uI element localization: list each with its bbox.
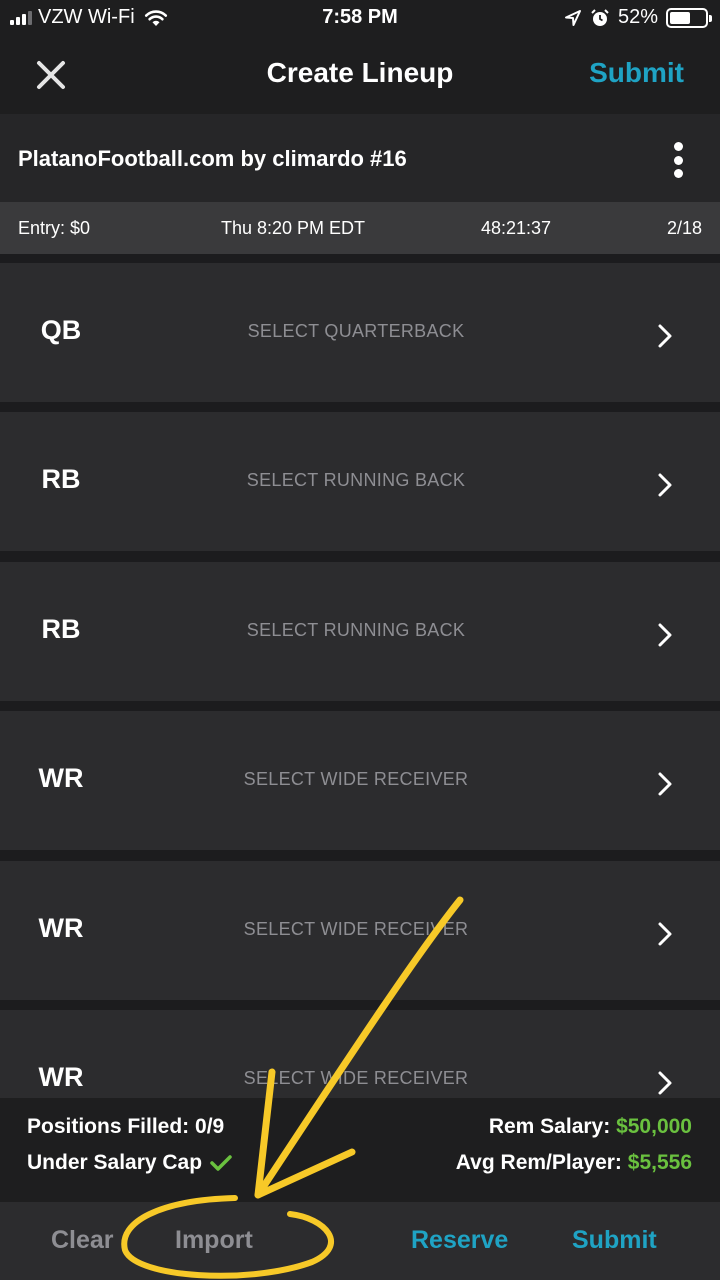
position-row-qb[interactable]: QB SELECT QUARTERBACK <box>0 263 720 402</box>
checkmark-icon <box>210 1155 232 1171</box>
contest-name: PlatanoFootball.com by climardo #16 <box>18 146 407 171</box>
avg-remaining-label: Avg Rem/Player: <box>455 1151 622 1174</box>
lineup-summary: Positions Filled: 0/9 Under Salary Cap R… <box>0 1098 720 1202</box>
remaining-salary-label: Rem Salary: <box>488 1115 611 1138</box>
more-options-icon[interactable] <box>670 142 686 178</box>
location-arrow-icon <box>564 9 581 26</box>
position-prompt: SELECT RUNNING BACK <box>246 470 466 490</box>
bottom-toolbar: Clear Import Reserve Submit <box>0 1202 720 1280</box>
chevron-right-icon <box>658 922 672 946</box>
clear-button[interactable]: Clear <box>51 1226 114 1255</box>
remaining-salary: Rem Salary: $50,000 <box>489 1115 692 1139</box>
battery-percent: 52% <box>617 6 658 28</box>
reserve-button[interactable]: Reserve <box>411 1226 508 1255</box>
position-prompt: SELECT WIDE RECEIVER <box>243 919 469 939</box>
alarm-icon <box>591 8 609 26</box>
position-prompt: SELECT QUARTERBACK <box>247 321 465 341</box>
status-right: 52% <box>564 6 712 29</box>
salary-cap-status: Under Salary Cap <box>27 1151 232 1175</box>
entry-count: 2/18 <box>666 218 702 238</box>
chevron-right-icon <box>658 473 672 497</box>
avg-remaining-value: $5,556 <box>627 1151 692 1174</box>
position-row-wr[interactable]: WR SELECT WIDE RECEIVER <box>0 861 720 1000</box>
chevron-right-icon <box>658 1071 672 1095</box>
positions-filled: Positions Filled: 0/9 <box>27 1115 225 1138</box>
submit-button[interactable]: Submit <box>589 57 684 89</box>
remaining-salary-value: $50,000 <box>616 1115 692 1138</box>
position-prompt: SELECT WIDE RECEIVER <box>243 769 469 789</box>
position-label: WR <box>38 763 84 793</box>
countdown-timer: 48:21:37 <box>481 218 552 238</box>
entry-fee: Entry: $0 <box>18 218 91 238</box>
battery-icon <box>666 7 712 28</box>
position-prompt: SELECT RUNNING BACK <box>246 620 466 640</box>
lineup-list: QB SELECT QUARTERBACK RB SELECT RUNNING … <box>0 254 720 1100</box>
position-prompt: SELECT WIDE RECEIVER <box>243 1068 469 1088</box>
chevron-right-icon <box>658 623 672 647</box>
position-label: RB <box>41 464 81 494</box>
position-row-wr[interactable]: WR SELECT WIDE RECEIVER <box>0 711 720 850</box>
contest-header: PlatanoFootball.com by climardo #16 <box>0 114 720 202</box>
nav-bar: Create Lineup Submit <box>0 38 720 114</box>
chevron-right-icon <box>658 324 672 348</box>
position-label: QB <box>40 315 82 345</box>
salary-cap-label: Under Salary Cap <box>27 1151 203 1174</box>
chevron-right-icon <box>658 772 672 796</box>
avg-remaining-per-player: Avg Rem/Player: $5,556 <box>456 1151 692 1175</box>
position-row-wr[interactable]: WR SELECT WIDE RECEIVER <box>0 1010 720 1100</box>
position-label: RB <box>41 614 81 644</box>
start-time: Thu 8:20 PM EDT <box>221 218 366 238</box>
toolbar-submit-button[interactable]: Submit <box>572 1226 657 1255</box>
position-row-rb[interactable]: RB SELECT RUNNING BACK <box>0 562 720 701</box>
status-bar: VZW Wi-Fi 7:58 PM 52% <box>0 0 720 38</box>
position-label: WR <box>38 913 84 943</box>
contest-info-bar: Entry: $0 Thu 8:20 PM EDT 48:21:37 2/18 <box>0 202 720 254</box>
import-button[interactable]: Import <box>175 1226 253 1255</box>
position-row-rb[interactable]: RB SELECT RUNNING BACK <box>0 412 720 551</box>
position-label: WR <box>38 1062 84 1092</box>
